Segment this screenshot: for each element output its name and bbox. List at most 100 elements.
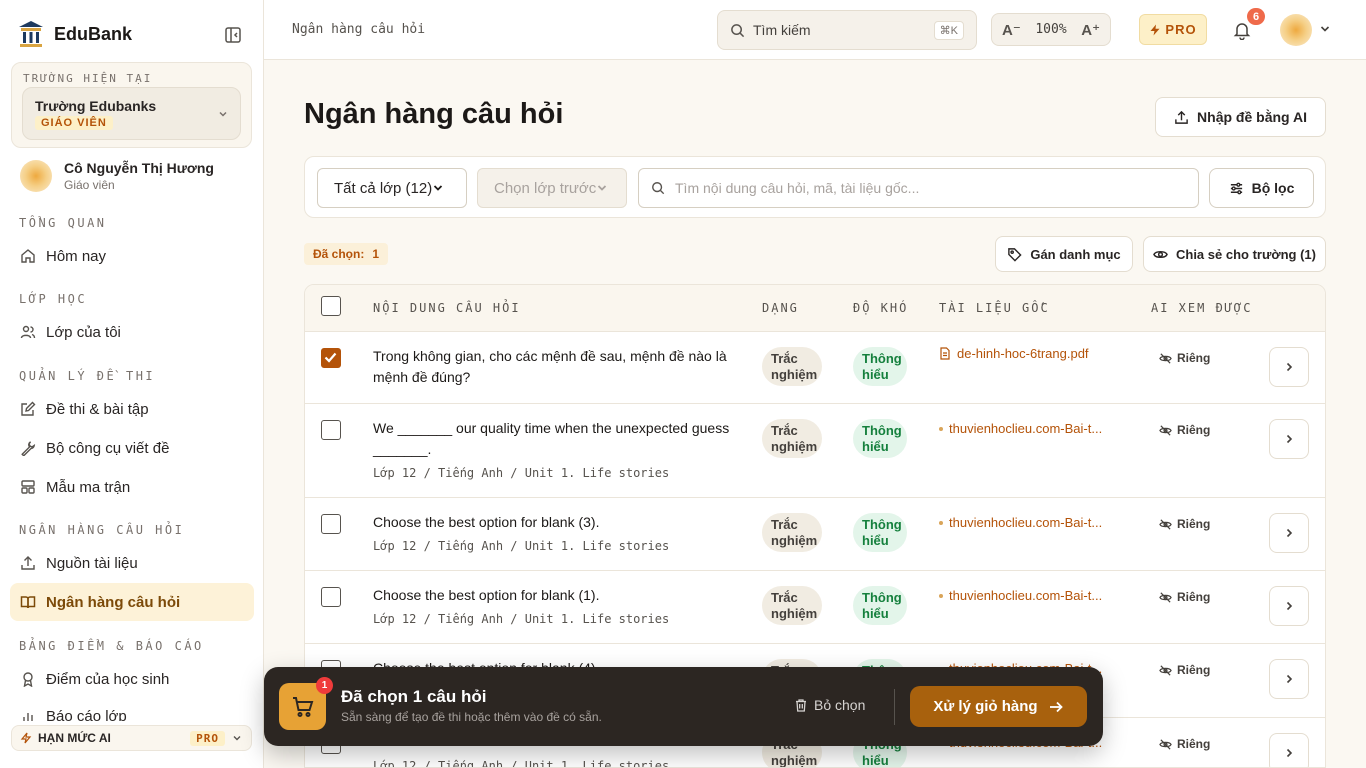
shopping-cart-icon (291, 695, 315, 719)
app-name: EduBank (54, 23, 133, 44)
notification-count-badge: 6 (1247, 8, 1265, 25)
section-question-bank: NGÂN HÀNG CÂU HỎI (19, 523, 185, 537)
sidebar-item-my-classes[interactable]: Lớp của tôi (10, 313, 254, 351)
tag-icon (1007, 247, 1022, 262)
chevron-down-icon (596, 182, 608, 194)
row-checkbox[interactable] (321, 348, 341, 368)
cart-bar: 1 Đã chọn 1 câu hỏi Sẵn sàng để tạo đề t… (264, 667, 1103, 746)
sidebar-item-matrix[interactable]: Mẫu ma trận (10, 468, 254, 506)
open-question-button[interactable] (1269, 419, 1309, 459)
chevron-right-icon (1283, 673, 1295, 685)
selected-count-badge: Đã chọn: 1 (304, 243, 389, 265)
top-bar: Ngân hàng câu hỏi Tìm kiếm ⌘K A⁻ 100% A⁺… (264, 0, 1366, 60)
select-all-checkbox[interactable] (321, 296, 341, 316)
breadcrumb: Ngân hàng câu hỏi (292, 22, 426, 37)
unselect-button[interactable]: Bỏ chọn (794, 697, 865, 713)
subject-select-value: Chọn lớp trước (494, 179, 597, 197)
visibility-label: Riêng (1159, 351, 1210, 365)
pro-button[interactable]: PRO (1139, 14, 1207, 45)
section-reports: BẢNG ĐIỂM & BÁO CÁO (19, 639, 204, 653)
ai-import-button[interactable]: Nhập đề bằng AI (1155, 97, 1326, 137)
file-icon (939, 347, 951, 360)
search-icon (730, 23, 745, 38)
share-label: Chia sẻ cho trường (1) (1175, 246, 1316, 262)
global-search-input[interactable]: Tìm kiếm ⌘K (717, 10, 977, 50)
eye-off-icon (1159, 424, 1172, 437)
users-icon (20, 324, 36, 340)
ai-quota-toggle[interactable]: HẠN MỨC AI PRO (11, 725, 252, 751)
increase-font-button[interactable]: A⁺ (1081, 21, 1100, 39)
question-search-input[interactable]: Tìm nội dung câu hỏi, mã, tài liệu gốc..… (638, 168, 1199, 208)
table-row[interactable]: Choose the best option for blank (1). Lớ… (305, 571, 1325, 644)
award-icon (20, 671, 36, 687)
row-checkbox[interactable] (321, 420, 341, 440)
table-row[interactable]: Trong không gian, cho các mệnh đề sau, m… (305, 332, 1325, 404)
column-header-content: NỘI DUNG CÂU HỎI (373, 301, 521, 315)
arrow-right-icon (1048, 699, 1064, 715)
question-search-placeholder: Tìm nội dung câu hỏi, mã, tài liệu gốc..… (675, 180, 920, 196)
pro-label: PRO (1165, 22, 1197, 37)
source-name: thuvienhoclieu.com-Bai-t... (949, 421, 1103, 436)
chevron-right-icon (1283, 527, 1295, 539)
open-question-button[interactable] (1269, 586, 1309, 626)
visibility-label: Riêng (1159, 737, 1210, 751)
zoom-level: 100% (1035, 22, 1067, 37)
table-row[interactable]: We _______ our quality time when the une… (305, 404, 1325, 498)
difficulty-badge: Thông hiểu (853, 586, 907, 625)
school-switcher[interactable]: Trường Edubanks GIÁO VIÊN (22, 87, 241, 140)
row-checkbox[interactable] (321, 587, 341, 607)
visibility-label: Riêng (1159, 423, 1210, 437)
decrease-font-button[interactable]: A⁻ (1002, 21, 1021, 39)
question-path: Lớp 12 / Tiếng Anh / Unit 1. Life storie… (373, 539, 670, 553)
open-question-button[interactable] (1269, 733, 1309, 767)
visibility-label: Riêng (1159, 663, 1210, 677)
open-question-button[interactable] (1269, 659, 1309, 699)
chevron-down-icon[interactable] (1319, 23, 1331, 35)
subject-select[interactable]: Chọn lớp trước (477, 168, 627, 208)
selected-label: Đã chọn: (313, 247, 365, 261)
sidebar-item-label: Ngân hàng câu hỏi (46, 593, 181, 611)
sidebar-item-sources[interactable]: Nguồn tài liệu (10, 544, 254, 582)
user-profile[interactable]: Cô Nguyễn Thị Hương Giáo viên (20, 160, 214, 192)
row-checkbox[interactable] (321, 514, 341, 534)
open-question-button[interactable] (1269, 347, 1309, 387)
visibility-text: Riêng (1177, 423, 1211, 437)
bell-icon[interactable] (1232, 20, 1252, 40)
sidebar-item-label: Hôm nay (46, 247, 107, 265)
cart-title: Đã chọn 1 câu hỏi (341, 687, 487, 706)
class-select[interactable]: Tất cả lớp (12) (317, 168, 467, 208)
sidebar-item-question-bank[interactable]: Ngân hàng câu hỏi (10, 583, 254, 621)
table-row[interactable]: Choose the best option for blank (3). Lớ… (305, 498, 1325, 571)
sidebar-item-label: Lớp của tôi (46, 323, 121, 341)
share-school-button[interactable]: Chia sẻ cho trường (1) (1143, 236, 1326, 272)
column-header-type: DẠNG (762, 301, 799, 315)
sidebar-item-scores[interactable]: Điểm của học sinh (10, 660, 254, 698)
font-size-control: A⁻ 100% A⁺ (991, 13, 1111, 46)
sidebar-item-today[interactable]: Hôm nay (10, 237, 254, 275)
eye-off-icon (1159, 352, 1172, 365)
collapse-sidebar-icon[interactable] (222, 24, 244, 46)
source-link[interactable]: thuvienhoclieu.com-Bai-t... (939, 588, 1102, 603)
sliders-icon (1229, 181, 1244, 196)
sidebar-item-tools[interactable]: Bộ công cụ viết đề (10, 429, 254, 467)
visibility-text: Riêng (1177, 590, 1211, 604)
type-badge: Trắc nghiệm (762, 513, 822, 552)
question-text: Choose the best option for blank (1). (373, 587, 600, 603)
source-link[interactable]: thuvienhoclieu.com-Bai-t... (939, 515, 1102, 530)
source-link[interactable]: de-hinh-hoc-6trang.pdf (939, 346, 1089, 361)
sidebar-item-label: Đề thi & bài tập (46, 400, 149, 418)
user-menu-avatar[interactable] (1280, 14, 1312, 46)
visibility-text: Riêng (1177, 351, 1211, 365)
question-path: Lớp 12 / Tiếng Anh / Unit 1. Life storie… (373, 466, 670, 480)
source-link[interactable]: thuvienhoclieu.com-Bai-t... (939, 421, 1102, 436)
open-question-button[interactable] (1269, 513, 1309, 553)
section-exams: QUẢN LÝ ĐỀ THI (19, 369, 156, 383)
assign-category-button[interactable]: Gán danh mục (995, 236, 1133, 272)
sidebar-item-reports[interactable]: Báo cáo lớp (10, 699, 254, 721)
sidebar-item-exams[interactable]: Đề thi & bài tập (10, 390, 254, 428)
chevron-right-icon (1283, 600, 1295, 612)
process-cart-button[interactable]: Xử lý giỏ hàng (910, 686, 1087, 727)
type-badge: Trắc nghiệm (762, 586, 822, 625)
app-logo[interactable]: EduBank (18, 20, 132, 48)
filter-button[interactable]: Bộ lọc (1209, 168, 1314, 208)
